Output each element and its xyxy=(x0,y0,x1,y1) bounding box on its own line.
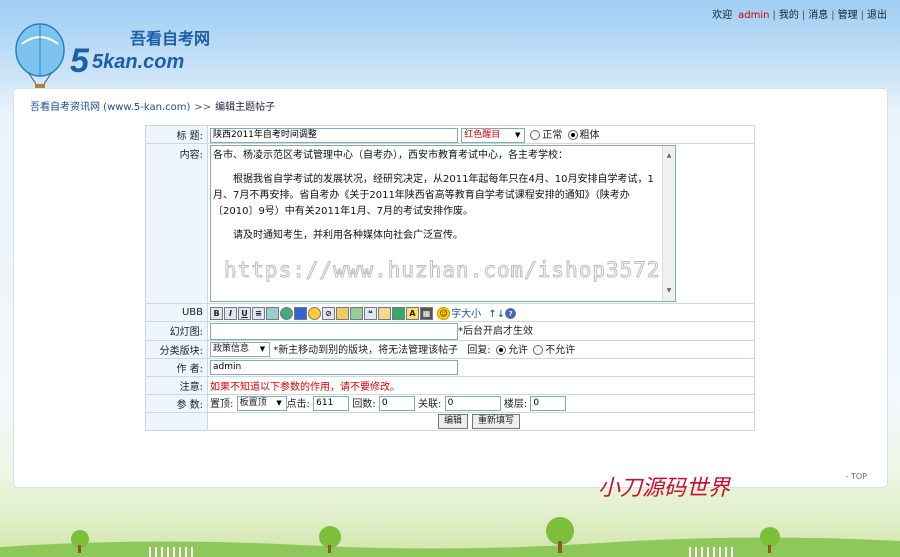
link-icon[interactable] xyxy=(294,307,307,321)
author-label: 作 者: xyxy=(145,357,208,377)
title-label: 标 题: xyxy=(145,125,208,144)
breadcrumb-site[interactable]: 吾看自考资讯网 (www.5-kan.com) xyxy=(30,102,190,113)
slide-note: *后台开启才生效 xyxy=(458,326,533,337)
flash-icon[interactable]: ⊘ xyxy=(322,307,335,321)
site-logo[interactable]: 5 吾看自考网 5kan.com xyxy=(8,20,248,98)
notice-text: 如果不知道以下参数的作用，请不要修改。 xyxy=(207,375,755,395)
signature: 小刀源码世界 xyxy=(598,476,731,501)
logo-text: 吾看自考网 xyxy=(130,29,210,48)
back-to-top-link[interactable]: - TOP xyxy=(846,472,867,481)
params-row: 参 数: 置顶: 板置顶 ▼ 点击: 611 回数: 0 关联: 0 楼层: 0 xyxy=(145,393,755,413)
underline-icon[interactable]: U xyxy=(238,307,251,321)
breadcrumb-separator: >> xyxy=(194,102,212,113)
globe-icon[interactable] xyxy=(280,307,293,321)
align-icon[interactable]: ≡ xyxy=(252,307,265,321)
author-input[interactable]: admin xyxy=(210,359,458,375)
category-row: 分类版块: 政策信息 ▼ *新主移动到别的版块，将无法管理该帖子 回复: 允许 不… xyxy=(145,339,755,359)
params-label: 参 数: xyxy=(145,393,208,413)
content-scrollbar[interactable]: ▲ ▼ xyxy=(662,146,675,301)
replies-input[interactable]: 0 xyxy=(378,396,415,412)
watermark: https://www.huzhan.com/ishop3572 xyxy=(224,258,661,283)
palette-icon[interactable]: ▦ xyxy=(420,307,433,321)
category-note: *新主移动到别的版块，将无法管理该帖子 xyxy=(273,344,459,356)
ground-decoration xyxy=(0,517,900,557)
logo-domain: 5kan.com xyxy=(92,51,184,73)
notice-row: 注意: 如果不知道以下参数的作用，请不要修改。 xyxy=(145,375,755,395)
floor-input[interactable]: 0 xyxy=(530,396,567,412)
ubb-row: UBB B I U ≡ ⊘ ❝ A ▦ ☺ 字大小 ↑↓? xyxy=(145,303,755,322)
messages-link[interactable]: 消息 xyxy=(805,6,831,21)
bold-icon[interactable]: B xyxy=(210,307,223,321)
arrows-icon[interactable]: ↑↓ xyxy=(488,309,505,320)
username-link[interactable]: admin xyxy=(735,10,772,21)
content-line: 根据我省自学考试的发展状况，经研究决定，从2011年起每年只在4月、10月安排自… xyxy=(213,174,654,217)
media-icon[interactable] xyxy=(350,307,363,321)
help-icon[interactable]: ? xyxy=(505,308,517,320)
pencil-icon[interactable] xyxy=(336,307,349,321)
quote-icon[interactable]: ❝ xyxy=(364,307,377,321)
reset-button[interactable]: 重新填写 xyxy=(472,413,521,429)
chevron-down-icon: ▼ xyxy=(259,345,266,354)
italic-icon[interactable]: I xyxy=(224,307,237,321)
sticky-label: 置顶: xyxy=(210,398,234,410)
title-row: 标 题: 陕西2011年自考时间调整 红色醒目 ▼ 正常 粗体 xyxy=(145,125,755,144)
title-input[interactable]: 陕西2011年自考时间调整 xyxy=(210,127,458,143)
floor-label: 楼层: xyxy=(503,398,528,410)
logout-link[interactable]: 退出 xyxy=(864,6,890,21)
chevron-down-icon: ▼ xyxy=(276,399,282,408)
style-bold-radio[interactable] xyxy=(567,130,578,141)
slide-input[interactable] xyxy=(210,322,458,340)
balloon-icon xyxy=(15,23,65,92)
style-normal-label: 正常 xyxy=(542,130,563,142)
content-line: 请及时通知考生，并利用各种媒体向社会广泛宣传。 xyxy=(213,230,463,241)
top-nav: 欢迎 admin | 我的 | 消息 | 管理 | 退出 xyxy=(709,6,890,21)
slide-label: 幻灯图: xyxy=(145,321,208,341)
breadcrumb: 吾看自考资讯网 (www.5-kan.com) >> 编辑主题帖子 xyxy=(30,98,275,113)
reply-allow-radio[interactable] xyxy=(495,344,506,355)
related-label: 关联: xyxy=(418,398,442,410)
manage-link[interactable]: 管理 xyxy=(835,6,861,21)
reply-label: 回复: xyxy=(467,344,491,356)
submit-button[interactable]: 编辑 xyxy=(438,413,469,429)
clicks-label: 点击: xyxy=(286,398,310,410)
replies-label: 回数: xyxy=(352,398,376,410)
title-color-select[interactable]: 红色醒目 ▼ xyxy=(461,127,526,143)
style-bold-label: 粗体 xyxy=(579,130,600,142)
reply-deny-label: 不允许 xyxy=(545,344,576,356)
reply-deny-radio[interactable] xyxy=(533,344,544,355)
slide-row: 幻灯图: *后台开启才生效 xyxy=(145,321,755,341)
sticky-select[interactable]: 板置顶 ▼ xyxy=(236,396,287,412)
clicks-input[interactable]: 611 xyxy=(313,396,350,412)
font-color-icon[interactable]: A xyxy=(406,307,419,321)
main-panel: 吾看自考资讯网 (www.5-kan.com) >> 编辑主题帖子 标 题: 陕西2… xyxy=(13,88,888,488)
content-line: 各市、杨凌示范区考试管理中心（自考办），西安市教育考试中心，各主考学校： xyxy=(213,150,568,161)
category-select[interactable]: 政策信息 ▼ xyxy=(210,342,270,358)
my-link[interactable]: 我的 xyxy=(776,6,802,21)
emoji-icon[interactable]: ☺ xyxy=(437,307,451,321)
reply-allow-label: 允许 xyxy=(507,344,528,356)
svg-text:5: 5 xyxy=(70,42,90,80)
notice-label: 注意: xyxy=(145,375,208,395)
table-icon[interactable] xyxy=(392,307,405,321)
font-size-link[interactable]: 字大小 xyxy=(451,309,481,320)
related-input[interactable]: 0 xyxy=(444,396,501,412)
author-row: 作 者: admin xyxy=(145,357,755,377)
breadcrumb-current: 编辑主题帖子 xyxy=(215,102,276,113)
content-label: 内容: xyxy=(145,143,208,304)
style-normal-radio[interactable] xyxy=(530,130,541,141)
smiley-icon[interactable] xyxy=(308,307,321,321)
code-icon[interactable] xyxy=(378,307,391,321)
image-icon[interactable] xyxy=(266,307,279,321)
chevron-down-icon: ▼ xyxy=(514,130,521,139)
ubb-label: UBB xyxy=(145,303,208,322)
welcome-text: 欢迎 xyxy=(712,10,733,21)
category-label: 分类版块: xyxy=(145,339,208,359)
actions-row: 编辑 重新填写 xyxy=(145,411,755,431)
